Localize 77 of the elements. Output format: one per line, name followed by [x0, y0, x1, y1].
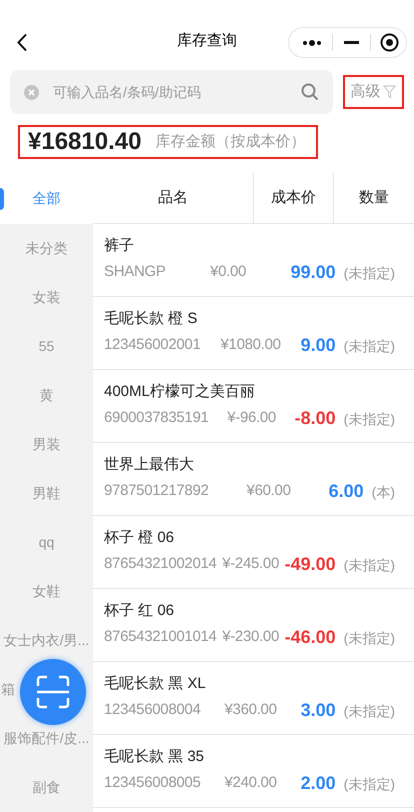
unit: (未指定)	[344, 338, 395, 354]
search-input[interactable]: 可输入品名/条码/助记码	[53, 82, 301, 102]
unit: (未指定)	[344, 776, 395, 792]
cost-price: ¥-96.00	[227, 408, 276, 428]
category-item[interactable]: 55	[38, 336, 54, 357]
barcode: 123456002001	[104, 335, 201, 355]
scan-icon	[36, 675, 70, 709]
cost-price: ¥240.00	[224, 773, 277, 793]
category-item[interactable]: 女装	[32, 287, 60, 308]
barcode: 9787501217892	[104, 481, 209, 501]
close-icon[interactable]	[380, 33, 399, 52]
category-item[interactable]: 全部	[32, 188, 60, 209]
capsule-menu[interactable]	[288, 27, 407, 58]
category-item[interactable]: 黄	[40, 385, 54, 406]
unit: (未指定)	[344, 630, 395, 646]
product-name: 400ML柠檬可之美百丽	[104, 382, 255, 402]
cost-price: ¥-230.00	[222, 627, 280, 647]
stock-amount: ¥16810.40	[28, 127, 142, 157]
quantity: 2.00	[300, 773, 336, 793]
product-row[interactable]: 裤子 SHANGP ¥0.00 99.00 (未指定)	[93, 224, 414, 297]
category-item[interactable]: 服饰配件/皮...	[4, 728, 90, 749]
column-header[interactable]: 品名	[158, 186, 188, 210]
search-field[interactable]: 可输入品名/条码/助记码	[10, 70, 333, 114]
column-header[interactable]: 数量	[359, 186, 389, 210]
product-name: 毛呢长款 黑 XL	[104, 674, 206, 694]
search-icon[interactable]	[300, 83, 319, 101]
product-row[interactable]: 杯子 橙 06 87654321002014 ¥-245.00 -49.00 (未指定)	[93, 516, 414, 589]
product-row[interactable]: 毛呢长款 黑 35 123456008005 ¥240.00 2.00 (未指定)	[93, 735, 414, 808]
category-item[interactable]: 男装	[32, 434, 60, 455]
unit: (未指定)	[344, 265, 395, 281]
unit: (未指定)	[344, 703, 395, 719]
quantity: 99.00	[290, 262, 336, 282]
advanced-filter-button[interactable]: 高级	[342, 75, 404, 109]
category-item[interactable]: 未分类	[26, 238, 68, 259]
barcode: SHANGP	[104, 262, 166, 282]
cost-price: ¥1080.00	[220, 335, 281, 355]
more-icon[interactable]	[302, 40, 322, 46]
quantity: 9.00	[300, 335, 336, 355]
product-name: 世界上最伟大	[104, 455, 194, 475]
page-title: 库存查询	[177, 31, 237, 52]
product-name: 毛呢长款 橙 S	[104, 309, 198, 329]
product-name: 杯子 橙 06	[104, 528, 174, 548]
barcode: 87654321002014	[104, 554, 217, 574]
product-name: 毛呢长款 黑 35	[104, 747, 204, 767]
quantity: -8.00	[294, 408, 336, 428]
cost-price: ¥-245.00	[222, 554, 280, 574]
barcode: 87654321001014	[104, 627, 217, 647]
category-item[interactable]: 女鞋	[32, 581, 60, 602]
product-name: 裤子	[104, 236, 134, 256]
barcode: 6900037835191	[104, 408, 209, 428]
quantity: -46.00	[284, 627, 336, 647]
product-row[interactable]: 世界上最伟大 9787501217892 ¥60.00 6.00 (本)	[93, 443, 414, 516]
category-item[interactable]: 男鞋	[32, 483, 60, 504]
column-header[interactable]: 成本价	[271, 186, 316, 210]
quantity: -49.00	[284, 554, 336, 574]
category-item[interactable]: 箱	[1, 679, 15, 700]
product-row[interactable]: 杯子 红 06 87654321001014 ¥-230.00 -46.00 (未指定)	[93, 589, 414, 662]
unit: (未指定)	[344, 411, 395, 427]
barcode: 123456008005	[104, 773, 201, 793]
back-icon[interactable]	[16, 33, 28, 52]
quantity: 6.00	[328, 481, 364, 501]
filter-icon	[383, 85, 396, 99]
product-row[interactable]: 毛呢长款 黑 XL 123456008004 ¥360.00 3.00 (未指定)	[93, 662, 414, 735]
quantity: 3.00	[300, 700, 336, 720]
unit: (本)	[372, 484, 395, 500]
category-item[interactable]: qq	[38, 532, 54, 553]
barcode: 123456008004	[104, 700, 201, 720]
cost-price: ¥60.00	[246, 481, 291, 501]
unit: (未指定)	[344, 557, 395, 573]
product-row[interactable]: 毛呢长款 橙 S 123456002001 ¥1080.00 9.00 (未指定)	[93, 297, 414, 370]
product-row[interactable]: 400ML柠檬可之美百丽 6900037835191 ¥-96.00 -8.00 (未指定)	[93, 370, 414, 443]
cost-price: ¥0.00	[210, 262, 246, 282]
cost-price: ¥360.00	[224, 700, 277, 720]
stock-amount-label: 库存金额（按成本价）	[155, 132, 306, 152]
category-item[interactable]: 女士内衣/男...	[4, 630, 90, 651]
category-item[interactable]: 副食	[32, 777, 60, 798]
product-name: 杯子 红 06	[104, 601, 174, 621]
